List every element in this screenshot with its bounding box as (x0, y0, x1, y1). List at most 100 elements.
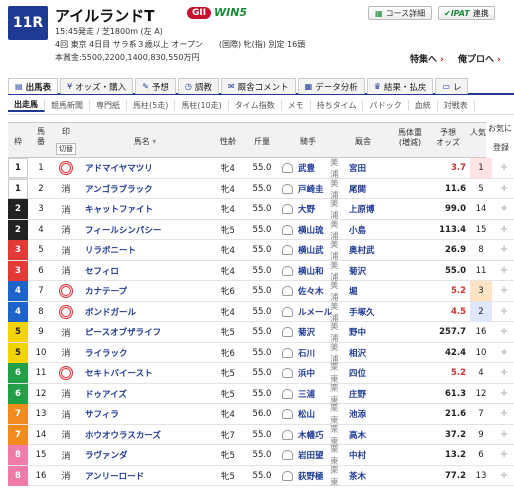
weight-carried: 55.0 (252, 204, 272, 214)
mark-selector[interactable]: 消 (56, 199, 76, 219)
favorite-add-button[interactable]: ✚ (494, 343, 514, 363)
subtab-0[interactable]: 出走馬 (8, 99, 45, 112)
favorite-add-button[interactable]: ✚ (494, 445, 514, 465)
favorite-add-button[interactable]: ✚ (494, 220, 514, 240)
favorite-add-button[interactable]: ✚ (494, 199, 514, 219)
horse-name-link[interactable]: アンリーロード (85, 466, 205, 486)
tab-0[interactable]: ▤ 出馬表 (8, 78, 59, 94)
trainer-link[interactable]: 尾関 (349, 179, 394, 199)
tab-4[interactable]: ✉ 厩舎コメント (220, 78, 296, 94)
trainer-link[interactable]: 高木 (349, 425, 394, 445)
favorite-add-button[interactable]: ✚ (494, 322, 514, 342)
trainer-link[interactable]: 宮田 (349, 158, 394, 178)
tab-5[interactable]: ▦ データ分析 (297, 78, 365, 94)
horse-name-link[interactable]: カナテープ (85, 281, 205, 301)
odds-value: 11.6 (445, 183, 466, 194)
odds-value: 5.2 (450, 286, 466, 296)
subtab-5[interactable]: タイム指数 (229, 100, 282, 111)
tab-1[interactable]: ¥ オッズ・購入 (60, 78, 134, 94)
orepro-link[interactable]: 俺プロへ › (458, 52, 501, 65)
mark-selector[interactable]: 消 (56, 425, 76, 445)
feature-link[interactable]: 特集へ › (410, 52, 444, 65)
horse-name-link[interactable]: アドマイヤマツリ (85, 158, 205, 178)
trainer-link[interactable]: 堀 (349, 281, 394, 301)
favorite-add-button[interactable]: ✚ (494, 240, 514, 260)
mark-selector[interactable]: 消 (56, 404, 76, 424)
horse-name-link[interactable]: アンゴラブラック (85, 179, 205, 199)
favorite-add-button[interactable]: ✚ (494, 363, 514, 383)
tab-6[interactable]: ♛ 結果・払戻 (366, 78, 434, 94)
favorite-add-button[interactable]: ✚ (494, 179, 514, 199)
subtab-1[interactable]: 競馬新聞 (45, 100, 90, 111)
tab-7[interactable]: ▭ レ (435, 78, 469, 94)
mark-erase-label: 消 (61, 451, 71, 462)
trainer-link[interactable]: 池添 (349, 404, 394, 424)
trainer-link[interactable]: 上原博 (349, 199, 394, 219)
trainer-link[interactable]: 庄野 (349, 384, 394, 404)
mark-selector[interactable]: 消 (56, 261, 76, 281)
mark-selector[interactable] (56, 281, 76, 301)
horse-name-link[interactable]: セキトバイースト (85, 363, 205, 383)
subtab-9[interactable]: 血統 (409, 100, 438, 111)
horse-name-link[interactable]: ボンドガール (85, 302, 205, 322)
ipat-link-button[interactable]: ✔IPAT 連携 (438, 6, 495, 20)
waku-cell: 3 (8, 260, 28, 281)
trainer-link[interactable]: 菊沢 (349, 261, 394, 281)
mark-selector[interactable] (56, 363, 76, 383)
horse-name-link[interactable]: ホウオウラスカーズ (85, 425, 205, 445)
sex-age: 牝4 (221, 246, 235, 256)
trainer-link[interactable]: 四位 (349, 363, 394, 383)
favorite-add-button[interactable]: ✚ (494, 158, 514, 178)
sex-age: 牝4 (221, 205, 235, 215)
subtab-10[interactable]: 対戦表 (438, 100, 475, 111)
mark-selector[interactable]: 消 (56, 445, 76, 465)
mark-erase-label: 消 (61, 349, 71, 359)
horse-name-link[interactable]: サフィラ (85, 404, 205, 424)
mark-selector[interactable]: 消 (56, 384, 76, 404)
tab-2[interactable]: ✎ 予想 (135, 78, 176, 94)
mark-selector[interactable]: 消 (56, 343, 76, 363)
subtab-4[interactable]: 馬柱(10走) (175, 100, 229, 111)
favorite-add-button[interactable]: ✚ (494, 384, 514, 404)
trainer-link[interactable]: 手塚久 (349, 302, 394, 322)
trainer-link[interactable]: 野中 (349, 322, 394, 342)
course-detail-button[interactable]: ▦ コース詳細 (368, 6, 433, 20)
mark-toggle-button[interactable]: 切替 (56, 143, 76, 155)
favorite-add-button[interactable]: ✚ (494, 425, 514, 445)
mark-selector[interactable]: 消 (56, 220, 76, 240)
subtab-8[interactable]: パドック (363, 100, 409, 111)
subtab-2[interactable]: 専門紙 (90, 100, 127, 111)
horse-name-link[interactable]: リラボニート (85, 240, 205, 260)
horse-name-link[interactable]: ラヴァンダ (85, 445, 205, 465)
mark-selector[interactable]: 消 (56, 240, 76, 260)
mark-selector[interactable] (56, 158, 76, 178)
favorite-add-button[interactable]: ✚ (494, 302, 514, 322)
mark-selector[interactable]: 消 (56, 466, 76, 486)
subtab-7[interactable]: 持ちタイム (311, 100, 364, 111)
horse-name-link[interactable]: ドゥアイズ (85, 384, 205, 404)
horse-name-link[interactable]: フィールシンパシー (85, 220, 205, 240)
trainer-belong: 栗東 (330, 363, 339, 385)
subtab-6[interactable]: メモ (282, 100, 311, 111)
horse-name-link[interactable]: セフィロ (85, 261, 205, 281)
trainer-link[interactable]: 茶木 (349, 466, 394, 486)
favorite-add-button[interactable]: ✚ (494, 281, 514, 301)
mark-selector[interactable]: 消 (56, 322, 76, 342)
horse-name-link[interactable]: ピースオブザライフ (85, 322, 205, 342)
mark-selector[interactable]: 消 (56, 179, 76, 199)
favorite-add-button[interactable]: ✚ (494, 466, 514, 486)
horse-name-link[interactable]: ライラック (85, 343, 205, 363)
horse-name-link[interactable]: キャットファイト (85, 199, 205, 219)
mark-selector[interactable] (56, 302, 76, 322)
favorite-add-button[interactable]: ✚ (494, 261, 514, 281)
favorite-add-button[interactable]: ✚ (494, 404, 514, 424)
tab-3[interactable]: ◷ 調教 (177, 78, 219, 94)
trainer-link[interactable]: 奥村武 (349, 240, 394, 260)
trainer-link[interactable]: 中村 (349, 445, 394, 465)
chart-icon: ▦ (304, 82, 313, 91)
header-name[interactable]: 馬名 ▾ (85, 137, 205, 147)
trainer-link[interactable]: 小島 (349, 220, 394, 240)
trainer-link[interactable]: 相沢 (349, 343, 394, 363)
subtab-3[interactable]: 馬柱(5走) (127, 100, 176, 111)
header-uma: 馬番 (37, 127, 45, 146)
